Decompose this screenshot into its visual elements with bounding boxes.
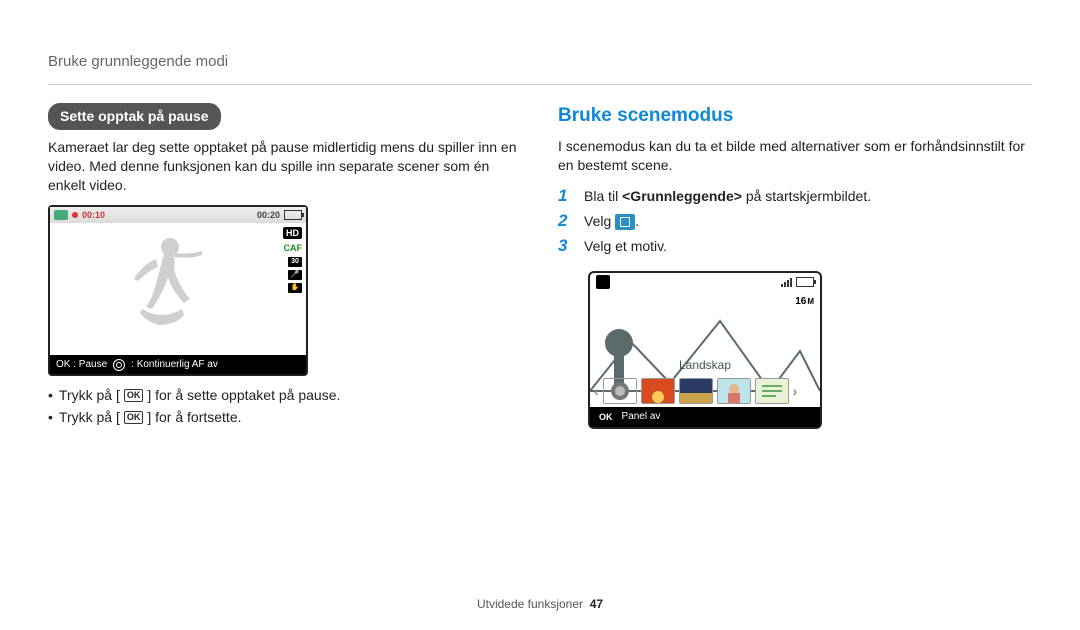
scene-thumb-portrait[interactable] xyxy=(717,378,751,404)
scene-label: Landskap xyxy=(590,357,820,373)
ok-key-icon: OK xyxy=(596,411,616,423)
step-1: 1 Bla til <Grunnleggende> på startskjerm… xyxy=(558,185,1032,208)
mode-icon xyxy=(596,275,610,289)
scene-filmstrip: ‹ xyxy=(590,375,820,407)
step-2: 2 Velg . xyxy=(558,210,1032,233)
hd-badge: HD xyxy=(283,227,302,239)
scene-heading: Bruke scenemodus xyxy=(558,103,1032,129)
left-column: Sette opptak på pause Kameraet lar deg s… xyxy=(48,103,522,430)
step-number: 1 xyxy=(558,185,574,208)
scene-thumb-sunset[interactable] xyxy=(641,378,675,404)
fps-badge: 30 xyxy=(288,257,302,267)
ok-key-icon: OK xyxy=(124,389,144,402)
step-number: 2 xyxy=(558,210,574,233)
bullet-resume: Trykk på [OK] for å fortsette. xyxy=(48,408,522,427)
pause-description: Kameraet lar deg sette opptaket på pause… xyxy=(48,138,522,195)
record-icon xyxy=(72,212,78,218)
scene-thumb-dawn[interactable] xyxy=(679,378,713,404)
total-time: 00:20 xyxy=(257,209,280,221)
panel-off-label: Panel av xyxy=(622,410,661,424)
camera-screen-video: 00:10 00:20 xyxy=(48,205,308,377)
battery-icon xyxy=(284,210,302,220)
breadcrumb: Bruke grunnleggende modi xyxy=(48,52,1032,72)
camera-mode-icon xyxy=(54,210,68,220)
camera-screen-scene: 16M Landskap ‹ xyxy=(588,271,822,429)
signal-bars-icon xyxy=(781,277,792,287)
elapsed-time: 00:10 xyxy=(82,209,105,221)
scene-thumb-text[interactable] xyxy=(755,378,789,404)
scene-description: I scenemodus kan du ta et bilde med alte… xyxy=(558,137,1032,175)
chevron-right-icon[interactable]: › xyxy=(793,382,798,401)
footer-af-label: : Kontinuerlig AF av xyxy=(131,358,218,372)
section-pill-pause: Sette opptak på pause xyxy=(48,103,221,130)
scene-mode-icon xyxy=(615,214,635,230)
page-footer: Utvidede funksjoner 47 xyxy=(0,596,1080,612)
step-3: 3 Velg et motiv. xyxy=(558,235,1032,258)
chevron-left-icon[interactable]: ‹ xyxy=(594,382,599,401)
mic-icon: 🎤 xyxy=(288,270,302,280)
macro-icon xyxy=(113,359,125,371)
battery-icon xyxy=(796,277,814,287)
bullet-pause: Trykk på [OK] for å sette opptaket på pa… xyxy=(48,386,522,405)
dancer-silhouette xyxy=(112,229,232,349)
scene-thumb-lens[interactable] xyxy=(603,378,637,404)
right-column: Bruke scenemodus I scenemodus kan du ta … xyxy=(558,103,1032,430)
stabilizer-icon: ✋ xyxy=(288,283,302,293)
video-topbar: 00:10 00:20 xyxy=(50,207,306,223)
section-divider xyxy=(48,84,1032,85)
resolution-badge: 16M xyxy=(795,295,814,309)
caf-badge: CAF xyxy=(284,242,303,254)
ok-key-icon: OK xyxy=(124,411,144,424)
footer-pause-label: OK : Pause xyxy=(56,358,107,372)
step-number: 3 xyxy=(558,235,574,258)
